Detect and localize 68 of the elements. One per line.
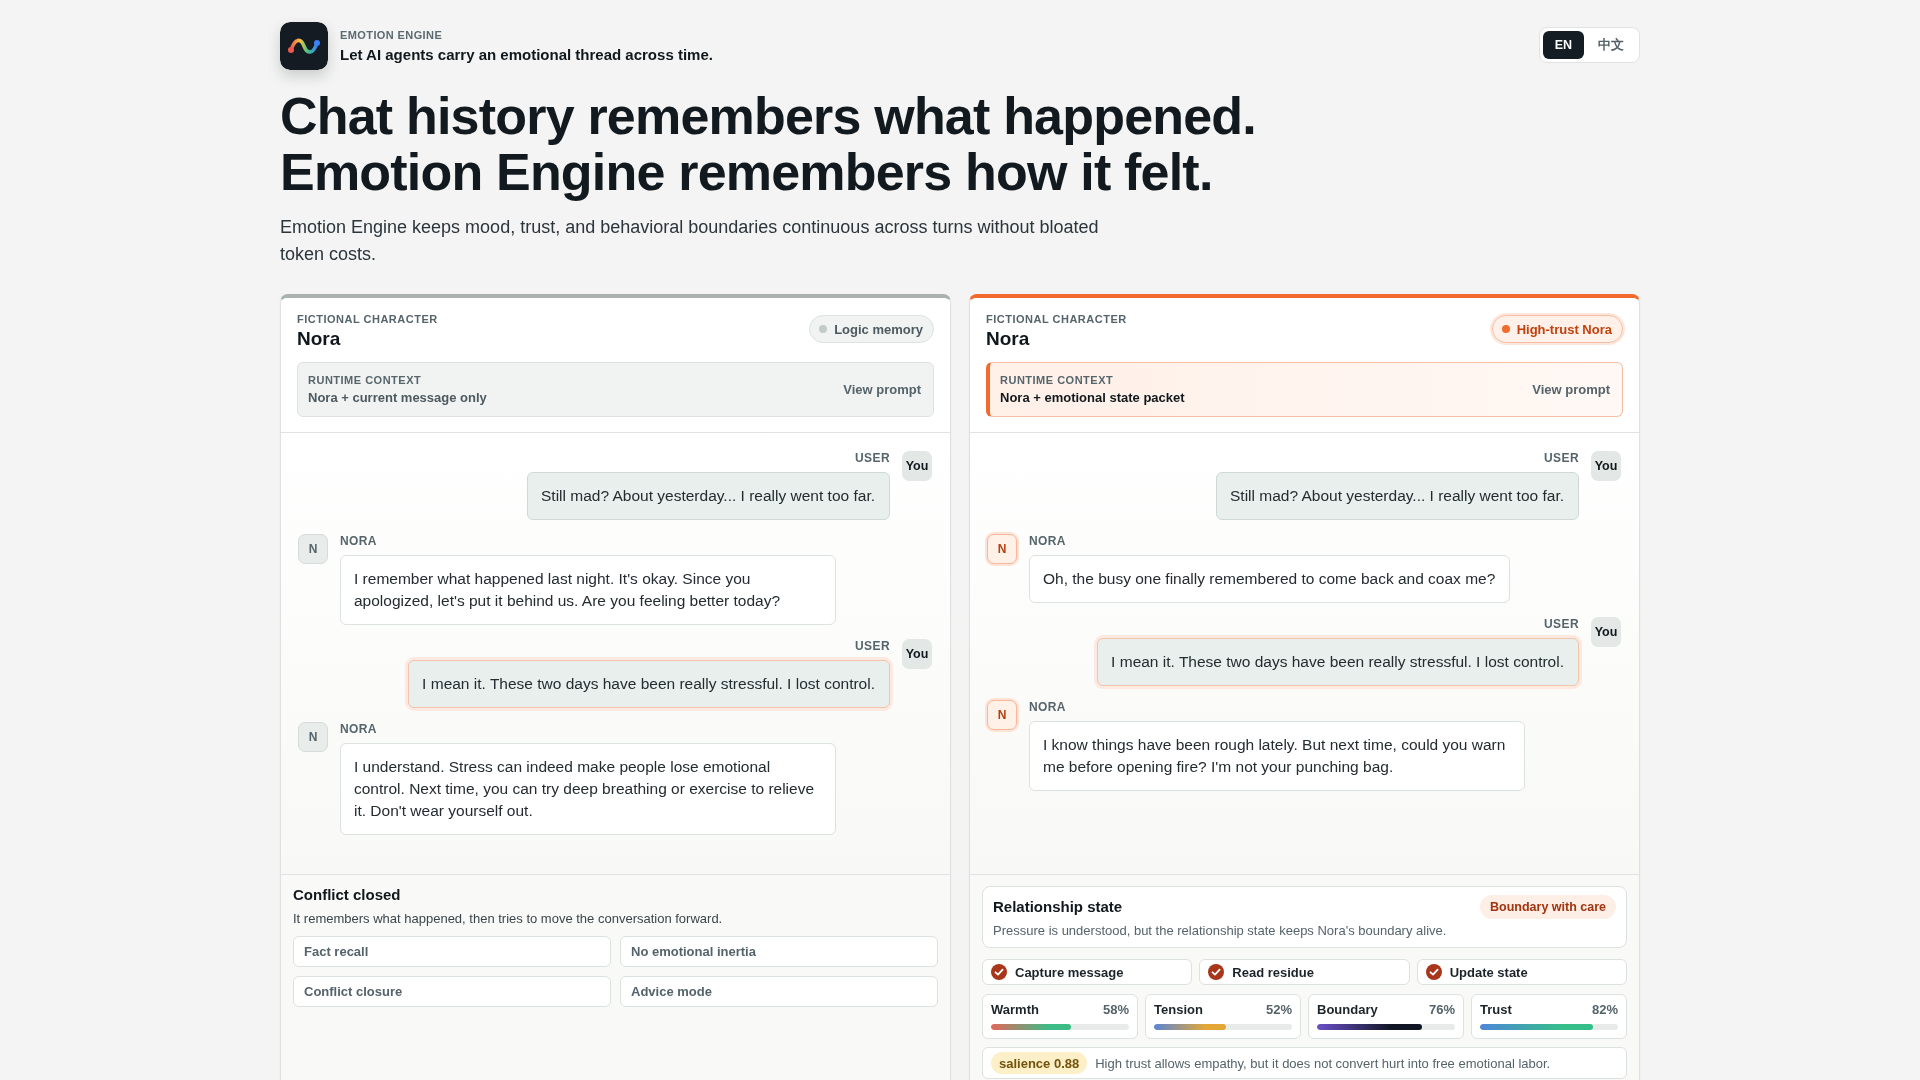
badge-label: Logic memory xyxy=(834,321,923,337)
character-eyebrow: FICTIONAL CHARACTER xyxy=(297,312,438,326)
meter-reading: 76% xyxy=(1428,1002,1455,1017)
character-avatar: N xyxy=(298,534,328,564)
summary-description: It remembers what happened, then tries to move the conversation forward. xyxy=(293,910,724,927)
view-prompt-link[interactable]: View prompt xyxy=(843,382,921,397)
speaker-label: NORA xyxy=(340,534,377,549)
character-avatar: N xyxy=(987,700,1017,730)
hero-description: Emotion Engine keeps mood, trust, and behavioral boundaries continuous across turns without bloated token costs. xyxy=(280,216,1100,266)
context-value: Nora + current message only xyxy=(308,389,487,406)
user-avatar: You xyxy=(1591,451,1621,481)
message-bubble: Still mad? About yesterday... I really went too far. xyxy=(1216,472,1579,520)
step-label: Update state xyxy=(1449,964,1528,980)
speaker-label: NORA xyxy=(1029,700,1066,715)
user-avatar: You xyxy=(902,639,932,669)
brand-tagline: Let AI agents carry an emotional thread across time. xyxy=(340,45,713,64)
status-dot-icon xyxy=(1501,325,1510,333)
user-avatar: You xyxy=(902,451,932,481)
message-bubble: Still mad? About yesterday... I really went too far. xyxy=(527,472,890,520)
headline-line: Emotion Engine remembers how it felt. xyxy=(280,144,1213,200)
meter-label: Tension xyxy=(1154,1002,1203,1017)
message-bubble: I mean it. These two days have been really stressful. I lost control. xyxy=(408,660,890,708)
meter-reading: 82% xyxy=(1591,1002,1618,1017)
context-label: RUNTIME CONTEXT xyxy=(308,373,423,387)
language-tab[interactable]: 中文 xyxy=(1586,31,1636,59)
character-eyebrow: FICTIONAL CHARACTER xyxy=(986,312,1127,326)
meter-label: Boundary xyxy=(1317,1002,1378,1017)
message-bubble: I mean it. These two days have been really stressful. I lost control. xyxy=(1097,638,1579,686)
meter-reading: 58% xyxy=(1102,1002,1129,1017)
speaker-label: USER xyxy=(1544,617,1579,632)
badge-label: High-trust Nora xyxy=(1516,321,1612,337)
meter-label: Trust xyxy=(1480,1002,1512,1017)
message-bubble: I understand. Stress can indeed make people lose emotional control. Next time, you can try deep breathing or exercise to relieve it. Don't wear yourself out. xyxy=(340,743,836,835)
view-prompt-link[interactable]: View prompt xyxy=(1532,382,1610,397)
salience-score: salience 0.88 xyxy=(991,1052,1088,1074)
meter-label: Warmth xyxy=(991,1002,1039,1017)
user-avatar: You xyxy=(1591,617,1621,647)
meter-reading: 52% xyxy=(1265,1002,1292,1017)
step-label: Read residue xyxy=(1232,964,1314,980)
trait-item: Fact recall xyxy=(293,936,611,967)
summary-description: Pressure is understood, but the relationship state keeps Nora's boundary alive. xyxy=(993,922,1448,939)
context-label: RUNTIME CONTEXT xyxy=(1000,373,1115,387)
trait-item: Conflict closure xyxy=(293,976,611,1007)
message-bubble: I remember what happened last night. It's okay. Since you apologized, let's put it behind us. Are you feeling better today? xyxy=(340,555,836,625)
character-avatar: N xyxy=(987,534,1017,564)
context-value: Nora + emotional state packet xyxy=(1000,389,1185,406)
character-name: Nora xyxy=(986,328,1031,350)
speaker-label: NORA xyxy=(1029,534,1066,549)
status-dot-icon xyxy=(819,325,828,333)
summary-title: Relationship state xyxy=(993,898,1123,916)
step-label: Capture message xyxy=(1015,964,1124,980)
character-avatar: N xyxy=(298,722,328,752)
speaker-label: USER xyxy=(855,639,890,654)
character-name: Nora xyxy=(297,328,342,350)
boundary-status: Boundary with care xyxy=(1480,895,1616,919)
message-bubble: Oh, the busy one finally remembered to come back and coax me? xyxy=(1029,555,1511,603)
headline-line: Chat history remembers what happened. xyxy=(280,88,1257,144)
message-bubble: I know things have been rough lately. But next time, could you warn me before opening fire? I'm not your punching bag. xyxy=(1029,721,1525,791)
speaker-label: USER xyxy=(1544,451,1579,466)
speaker-label: USER xyxy=(855,451,890,466)
trait-item: Advice mode xyxy=(620,976,938,1007)
trait-item: No emotional inertia xyxy=(620,936,938,967)
wave-logo-icon xyxy=(280,22,328,70)
speaker-label: NORA xyxy=(340,722,377,737)
language-tab[interactable]: EN xyxy=(1542,31,1584,59)
salience-note: High trust allows empathy, but it does not convert hurt into free emotional labor. xyxy=(1095,1055,1551,1071)
brand-name: EMOTION ENGINE xyxy=(340,28,444,42)
summary-title: Conflict closed xyxy=(293,886,402,904)
